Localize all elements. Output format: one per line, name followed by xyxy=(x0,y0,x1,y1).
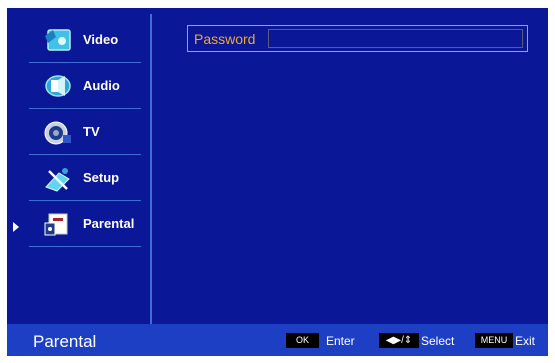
ok-key-badge: OK xyxy=(286,333,319,348)
password-input[interactable] xyxy=(268,29,523,48)
sidebar-divider xyxy=(29,246,141,247)
footer-bar: Parental OK Enter ◀▶/⇕ Select MENU Exit xyxy=(7,324,548,356)
selection-arrow-icon xyxy=(13,222,19,232)
sidebar-divider xyxy=(29,154,141,155)
sidebar-item-label: TV xyxy=(83,124,100,139)
password-label: Password xyxy=(194,31,256,47)
sidebar-item-label: Parental xyxy=(83,216,135,231)
audio-icon xyxy=(43,73,73,101)
menu-key-badge: MENU xyxy=(475,333,513,348)
vertical-divider xyxy=(150,14,152,324)
setup-icon xyxy=(43,165,73,193)
sidebar-item-parental[interactable]: Parental xyxy=(29,203,141,247)
sidebar-item-audio[interactable]: Audio xyxy=(29,65,141,109)
sidebar-item-label: Video xyxy=(83,32,119,47)
sidebar-divider xyxy=(29,108,141,109)
hint-label: Select xyxy=(421,334,455,348)
sidebar-item-label: Audio xyxy=(83,78,120,93)
hint-label: Enter xyxy=(326,334,355,348)
sidebar-item-video[interactable]: Video xyxy=(29,19,141,63)
sidebar-item-tv[interactable]: TV xyxy=(29,111,141,155)
hint-label: Exit xyxy=(515,334,536,348)
settings-panel: Video Audio TV Setup Parental Password P… xyxy=(7,8,548,356)
arrows-key-badge: ◀▶/⇕ xyxy=(379,333,419,348)
footer-title: Parental xyxy=(33,332,97,351)
sidebar: Video Audio TV Setup Parental xyxy=(7,8,150,324)
video-icon xyxy=(43,27,73,55)
tv-osd-screen: Video Audio TV Setup Parental Password P… xyxy=(0,0,555,363)
password-row[interactable]: Password xyxy=(187,25,528,52)
sidebar-divider xyxy=(29,62,141,63)
sidebar-item-label: Setup xyxy=(83,170,120,185)
sidebar-divider xyxy=(29,200,141,201)
tv-icon xyxy=(43,119,73,147)
sidebar-item-setup[interactable]: Setup xyxy=(29,157,141,201)
parental-icon xyxy=(43,211,73,239)
